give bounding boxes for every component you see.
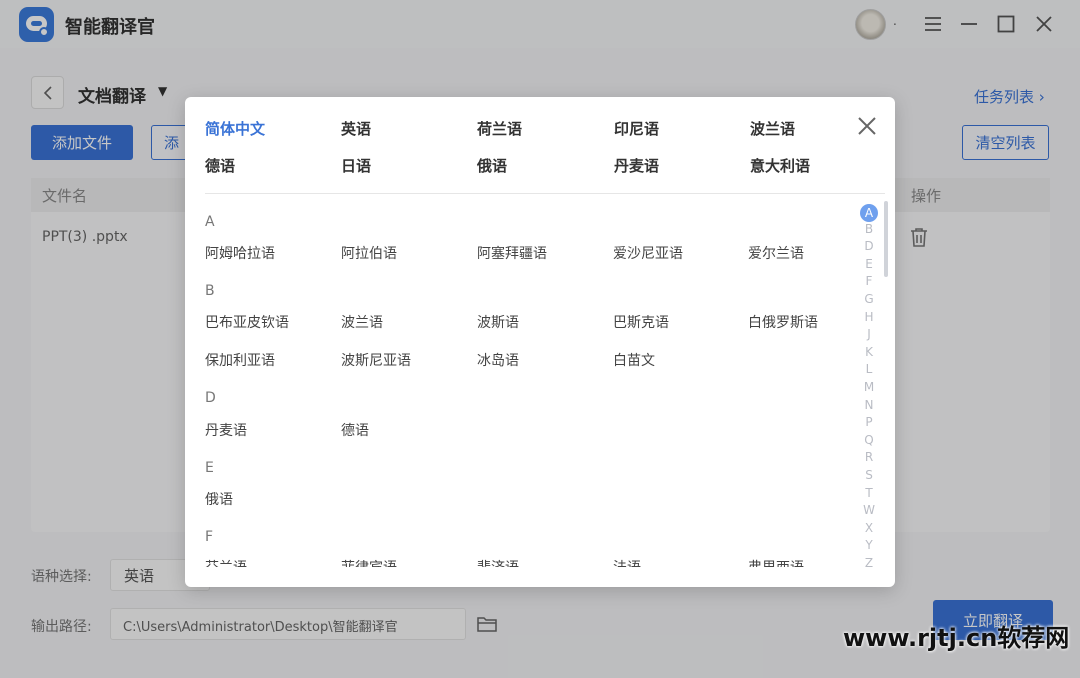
language-item[interactable]: 俄语 <box>205 489 233 509</box>
alphabet-index-letter[interactable]: W <box>859 503 879 517</box>
language-item[interactable]: 白俄罗斯语 <box>748 312 818 332</box>
favorite-language[interactable]: 日语 <box>341 155 371 176</box>
language-item[interactable]: 阿姆哈拉语 <box>205 243 275 263</box>
language-picker-dialog: 简体中文 英语 荷兰语 印尼语 波兰语 德语 日语 俄语 丹麦语 意大利语 A … <box>185 97 895 587</box>
alphabet-index-letter[interactable]: G <box>859 292 879 306</box>
language-item[interactable]: 阿拉伯语 <box>341 243 397 263</box>
alphabet-index-letter[interactable]: F <box>859 274 879 288</box>
section-letter: A <box>205 214 215 230</box>
section-letter: B <box>205 283 215 299</box>
language-item[interactable]: 丹麦语 <box>205 420 247 440</box>
alphabet-index-letter[interactable]: S <box>859 468 879 482</box>
alphabet-index-letter[interactable]: M <box>859 380 879 394</box>
language-item[interactable]: 冰岛语 <box>477 350 519 370</box>
alphabet-index-letter[interactable]: Z <box>859 556 879 570</box>
language-item[interactable]: 芬兰语 <box>205 557 247 567</box>
language-item[interactable]: 巴斯克语 <box>613 312 669 332</box>
section-letter: F <box>205 529 214 545</box>
favorite-language[interactable]: 丹麦语 <box>614 155 659 176</box>
scrollbar-thumb[interactable] <box>884 201 888 277</box>
alphabet-index-letter[interactable]: N <box>859 398 879 412</box>
favorite-language[interactable]: 意大利语 <box>750 155 810 176</box>
alphabet-index-letter[interactable]: D <box>859 239 879 253</box>
alphabet-index-letter[interactable]: R <box>859 450 879 464</box>
language-item[interactable]: 白苗文 <box>613 350 655 370</box>
watermark: www.rjtj.cn软荐网 <box>843 624 1070 652</box>
favorite-language[interactable]: 德语 <box>205 155 235 176</box>
language-item[interactable]: 波斯尼亚语 <box>341 350 411 370</box>
favorite-language[interactable]: 英语 <box>341 118 371 139</box>
language-item[interactable]: 菲律宾语 <box>341 557 397 567</box>
favorite-language[interactable]: 简体中文 <box>205 118 265 139</box>
section-letter: E <box>205 460 214 476</box>
alphabet-index-letter[interactable]: K <box>859 345 879 359</box>
favorite-language[interactable]: 波兰语 <box>750 118 795 139</box>
language-item[interactable]: 保加利亚语 <box>205 350 275 370</box>
language-item[interactable]: 法语 <box>613 557 641 567</box>
alphabet-index-letter[interactable]: T <box>859 486 879 500</box>
alphabet-index-letter[interactable]: X <box>859 521 879 535</box>
alphabet-index-letter[interactable]: Y <box>859 538 879 552</box>
language-item[interactable]: 弗里西语 <box>748 557 804 567</box>
language-item[interactable]: 德语 <box>341 420 369 440</box>
language-item[interactable]: 波兰语 <box>341 312 383 332</box>
alphabet-index-letter[interactable]: L <box>859 362 879 376</box>
alphabet-index-letter[interactable]: J <box>859 327 879 341</box>
language-item[interactable]: 爱尔兰语 <box>748 243 804 263</box>
language-item[interactable]: 波斯语 <box>477 312 519 332</box>
alphabet-index-letter[interactable]: B <box>859 222 879 236</box>
language-item[interactable]: 巴布亚皮钦语 <box>205 312 289 332</box>
close-icon[interactable] <box>855 114 879 138</box>
language-item[interactable]: 阿塞拜疆语 <box>477 243 547 263</box>
alphabet-index-letter[interactable]: A <box>860 204 878 222</box>
language-item[interactable]: 斐济语 <box>477 557 519 567</box>
section-letter: D <box>205 390 216 406</box>
favorite-language[interactable]: 荷兰语 <box>477 118 522 139</box>
divider <box>205 193 885 194</box>
favorite-language[interactable]: 印尼语 <box>614 118 659 139</box>
alphabet-index-letter[interactable]: H <box>859 310 879 324</box>
language-item[interactable]: 爱沙尼亚语 <box>613 243 683 263</box>
alphabet-index-letter[interactable]: Q <box>859 433 879 447</box>
alphabet-index-letter[interactable]: P <box>859 415 879 429</box>
favorite-language[interactable]: 俄语 <box>477 155 507 176</box>
alphabet-index-letter[interactable]: E <box>859 257 879 271</box>
language-list: A 阿姆哈拉语 阿拉伯语 阿塞拜疆语 爱沙尼亚语 爱尔兰语 B 巴布亚皮钦语 波… <box>185 195 845 567</box>
